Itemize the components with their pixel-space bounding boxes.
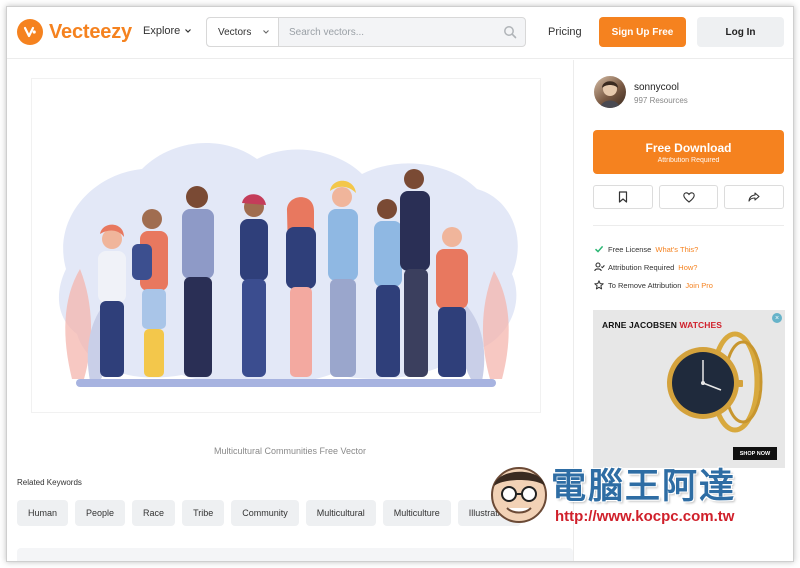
how-link[interactable]: How? bbox=[678, 263, 697, 272]
search-type-dropdown[interactable]: Vectors bbox=[207, 18, 279, 46]
check-icon bbox=[594, 244, 608, 254]
keyword-chip[interactable]: Illustration bbox=[457, 500, 521, 526]
share-arrow-icon bbox=[748, 192, 760, 202]
search-input[interactable] bbox=[279, 18, 495, 46]
pricing-link[interactable]: Pricing bbox=[548, 26, 582, 38]
content-section-placeholder bbox=[17, 548, 573, 561]
search-type-label: Vectors bbox=[218, 26, 252, 38]
avatar[interactable] bbox=[594, 76, 626, 108]
chevron-down-icon bbox=[263, 30, 269, 34]
keyword-chip[interactable]: Community bbox=[231, 500, 299, 526]
vecteezy-logo-icon bbox=[17, 19, 43, 45]
license-label: Free License bbox=[608, 244, 652, 254]
explore-menu[interactable]: Explore bbox=[143, 25, 192, 37]
author-resources-count: 997 Resources bbox=[634, 96, 688, 105]
license-item-attribution: Attribution Required How? bbox=[594, 262, 697, 272]
image-caption: Multicultural Communities Free Vector bbox=[213, 446, 367, 456]
keyword-chip[interactable]: Tribe bbox=[182, 500, 225, 526]
keyword-chip[interactable]: Multiculture bbox=[382, 500, 451, 526]
chevron-down-icon bbox=[185, 29, 192, 33]
main-content: Multicultural Communities Free Vector Re… bbox=[7, 60, 573, 561]
divider bbox=[593, 225, 784, 226]
license-label: Attribution Required bbox=[608, 262, 675, 272]
whats-this-link[interactable]: What's This? bbox=[655, 245, 698, 254]
author-name[interactable]: sonnycool bbox=[634, 82, 679, 93]
log-in-button[interactable]: Log In bbox=[697, 17, 784, 47]
related-keywords-title: Related Keywords bbox=[17, 478, 82, 487]
license-item-remove-attribution: To Remove Attribution Join Pro bbox=[594, 280, 713, 290]
search-icon[interactable] bbox=[495, 18, 525, 46]
like-button[interactable] bbox=[658, 185, 719, 209]
keyword-chip[interactable]: Multicultural bbox=[305, 500, 376, 526]
top-navbar: Vecteezy Explore Vectors Pricing Sign Up… bbox=[7, 7, 793, 59]
explore-label: Explore bbox=[143, 25, 181, 37]
keyword-chip[interactable]: People bbox=[75, 500, 126, 526]
license-item-free: Free License What's This? bbox=[594, 244, 698, 254]
related-keywords-list: Human People Race Tribe Community Multic… bbox=[17, 500, 573, 526]
resource-actions bbox=[593, 185, 785, 209]
search-bar: Vectors bbox=[206, 17, 526, 47]
vecteezy-logo[interactable]: Vecteezy bbox=[17, 19, 132, 45]
shop-now-button[interactable]: SHOP NOW bbox=[733, 447, 777, 460]
sign-up-button[interactable]: Sign Up Free bbox=[599, 17, 686, 47]
browser-frame: Vecteezy Explore Vectors Pricing Sign Up… bbox=[6, 6, 794, 562]
watch-advertisement[interactable]: ARNE JACOBSEN WATCHES × SHOP NOW bbox=[593, 310, 785, 468]
star-icon bbox=[594, 280, 608, 290]
vector-preview-image[interactable] bbox=[31, 78, 541, 413]
bookmark-button[interactable] bbox=[593, 185, 653, 209]
license-label: To Remove Attribution bbox=[608, 280, 682, 290]
download-title: Free Download bbox=[645, 140, 732, 155]
resource-sidebar: sonnycool 997 Resources Free Download At… bbox=[573, 60, 793, 561]
keyword-chip[interactable]: Human bbox=[17, 500, 69, 526]
watch-image bbox=[667, 331, 763, 433]
logo-text: Vecteezy bbox=[49, 20, 132, 43]
user-check-icon bbox=[594, 262, 608, 272]
bookmark-icon bbox=[618, 191, 627, 203]
download-subtitle: Attribution Required bbox=[657, 156, 720, 164]
keyword-chip[interactable]: Race bbox=[132, 500, 176, 526]
share-button[interactable] bbox=[724, 185, 785, 209]
free-download-button[interactable]: Free Download Attribution Required bbox=[593, 130, 784, 174]
join-pro-link[interactable]: Join Pro bbox=[685, 281, 713, 290]
heart-icon bbox=[682, 191, 695, 203]
